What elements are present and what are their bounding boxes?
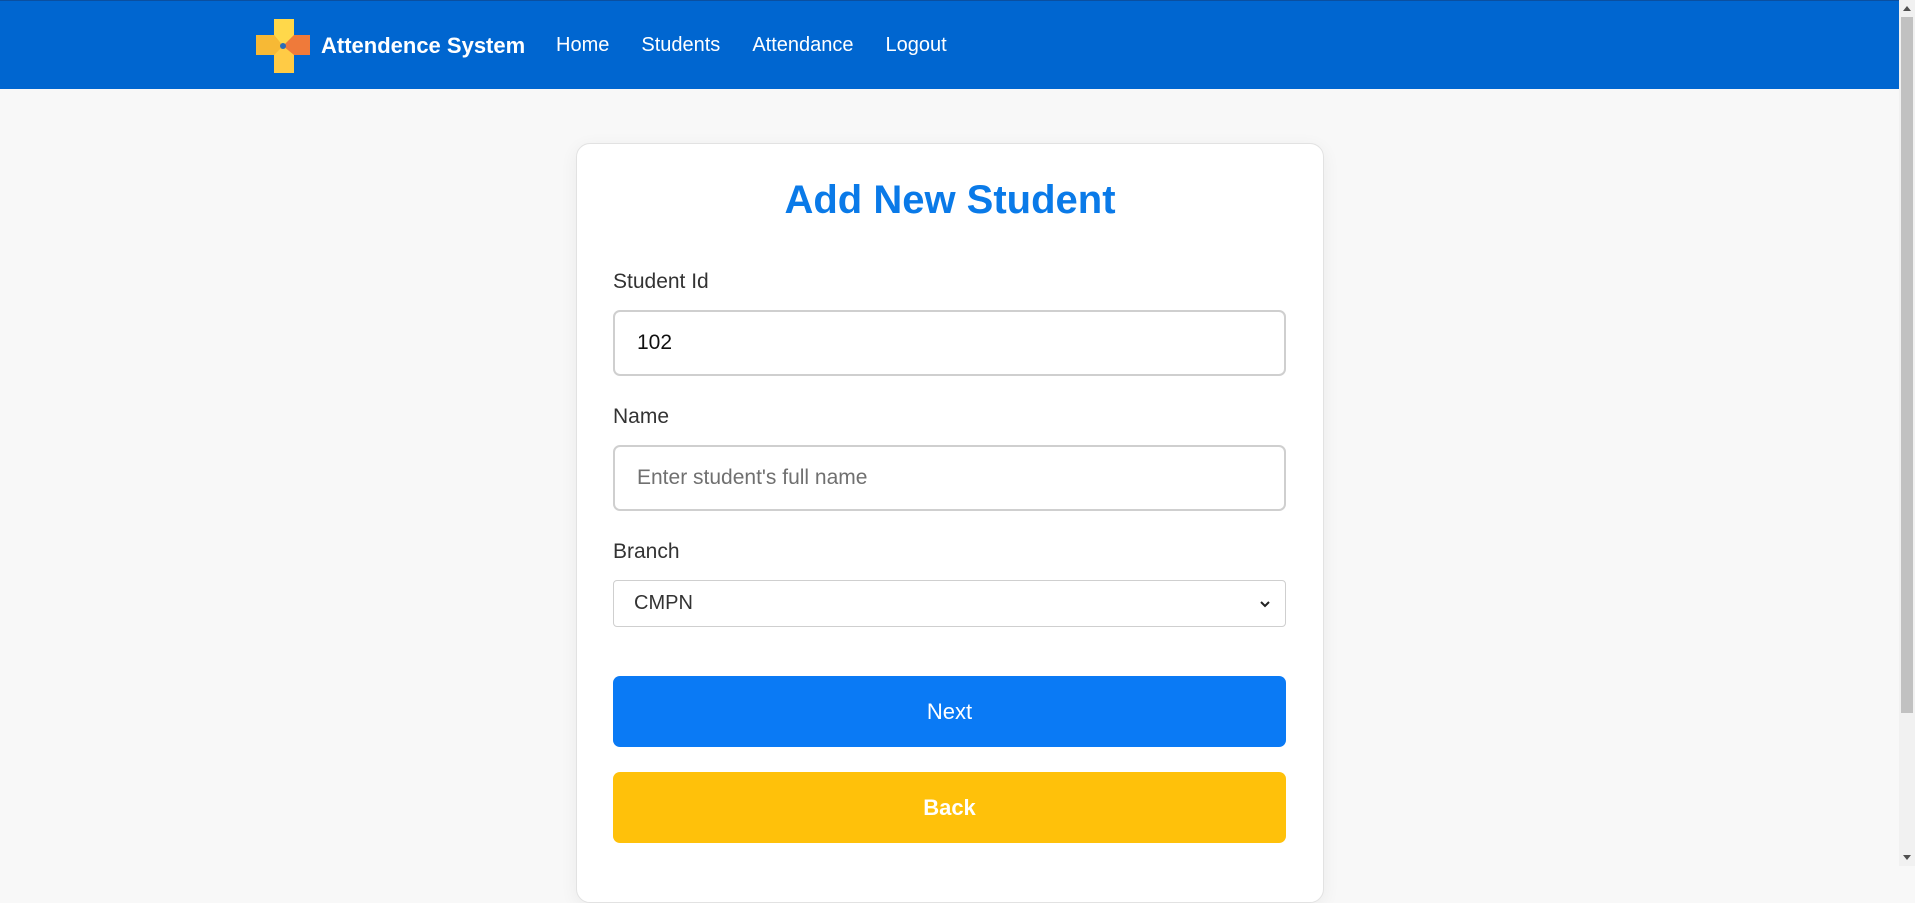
nav-link-home[interactable]: Home xyxy=(556,32,609,58)
back-button[interactable]: Back xyxy=(613,772,1286,843)
brand[interactable]: Attendence System xyxy=(254,17,525,75)
nav-link-students[interactable]: Students xyxy=(641,32,720,58)
next-button[interactable]: Next xyxy=(613,676,1286,747)
branch-label: Branch xyxy=(613,540,680,563)
scroll-thumb[interactable] xyxy=(1901,17,1913,713)
brand-logo-icon xyxy=(256,19,310,73)
brand-title: Attendence System xyxy=(321,33,526,58)
top-navbar: Attendence System Home Students Attendan… xyxy=(0,0,1899,89)
chevron-down-icon xyxy=(1260,600,1270,607)
student-id-field[interactable] xyxy=(613,310,1286,376)
name-field[interactable] xyxy=(613,445,1286,511)
scroll-up-icon[interactable] xyxy=(1903,6,1911,11)
nav-link-logout[interactable]: Logout xyxy=(886,32,947,58)
student-id-label: Student Id xyxy=(613,270,709,293)
add-student-card: Add New Student Student Id Name Branch C… xyxy=(576,143,1324,903)
scroll-down-icon[interactable] xyxy=(1903,855,1911,860)
branch-select[interactable]: CMPN xyxy=(613,580,1286,627)
nav-links: Home Students Attendance Logout xyxy=(556,32,979,58)
name-label: Name xyxy=(613,405,670,428)
nav-link-attendance[interactable]: Attendance xyxy=(752,32,853,58)
page-title: Add New Student xyxy=(784,178,1116,222)
vertical-scrollbar[interactable] xyxy=(1899,0,1915,866)
branch-selected-value: CMPN xyxy=(634,592,693,614)
